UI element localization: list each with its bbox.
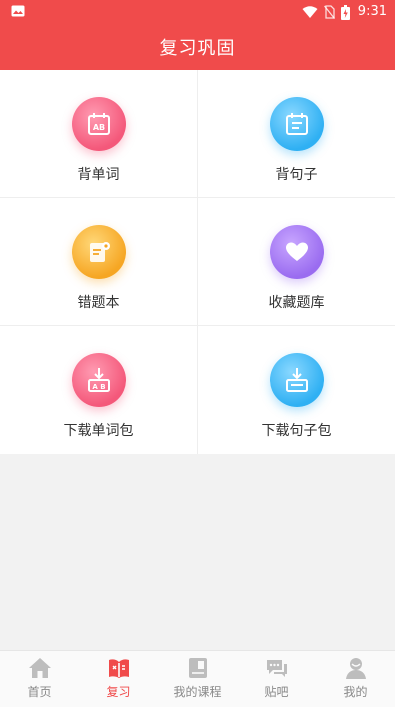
tab-home[interactable]: 首页	[0, 651, 79, 707]
grid-item-label: 下载句子包	[261, 423, 332, 439]
tab-label: 复习	[106, 685, 131, 699]
tab-label: 我的	[343, 685, 368, 699]
heart-icon	[269, 225, 324, 279]
grid-item-memorize-sentences[interactable]: 背句子	[198, 70, 395, 197]
download-ab-icon: A B	[71, 353, 126, 407]
svg-text:AB: AB	[92, 123, 104, 132]
person-icon	[345, 658, 366, 679]
chat-icon	[266, 660, 287, 677]
tab-label: 首页	[27, 685, 52, 699]
calendar-ab-icon: AB	[71, 97, 126, 151]
download-tray-icon	[269, 353, 324, 407]
grid-item-memorize-words[interactable]: AB 背单词	[0, 70, 197, 197]
status-icons: 9:31	[302, 3, 387, 21]
course-icon	[188, 658, 207, 678]
notebook-icon	[71, 225, 126, 279]
grid-item-download-sentence-pack[interactable]: 下载句子包	[198, 326, 395, 453]
tab-label: 我的课程	[173, 685, 222, 699]
status-time: 9:31	[357, 4, 387, 19]
home-icon	[28, 658, 51, 678]
grid-item-download-word-pack[interactable]: A B 下载单词包	[0, 326, 197, 453]
review-grid: AB 背单词 背句子 错题本 收藏题库 A B 下载单词包 下载句子包	[0, 70, 395, 454]
tab-me[interactable]: 我的	[316, 651, 395, 707]
grid-item-label: 下载单词包	[63, 423, 134, 439]
battery-icon	[340, 4, 350, 20]
image-notification-icon	[11, 5, 25, 17]
grid-item-label: 错题本	[77, 295, 120, 311]
grid-item-label: 背句子	[275, 167, 318, 183]
status-bar: 9:31	[0, 0, 395, 24]
grid-item-label: 收藏题库	[268, 295, 325, 311]
calendar-lines-icon	[269, 97, 324, 151]
grid-item-label: 背单词	[77, 167, 120, 183]
svg-text:A B: A B	[92, 383, 105, 391]
no-sim-icon	[323, 5, 335, 19]
grid-item-mistake-notebook[interactable]: 错题本	[0, 198, 197, 325]
book-icon	[108, 659, 129, 678]
tab-my-courses[interactable]: 我的课程	[158, 651, 237, 707]
bottom-tab-bar: 首页 复习 我的课程 贴吧 我的	[0, 650, 395, 707]
tab-label: 贴吧	[264, 685, 289, 699]
tab-review[interactable]: 复习	[79, 651, 158, 707]
title-bar: 复习巩固	[0, 24, 395, 70]
tab-forum[interactable]: 贴吧	[237, 651, 316, 707]
page-title: 复习巩固	[159, 38, 236, 59]
wifi-icon	[302, 5, 318, 18]
grid-item-favorites[interactable]: 收藏题库	[198, 198, 395, 325]
